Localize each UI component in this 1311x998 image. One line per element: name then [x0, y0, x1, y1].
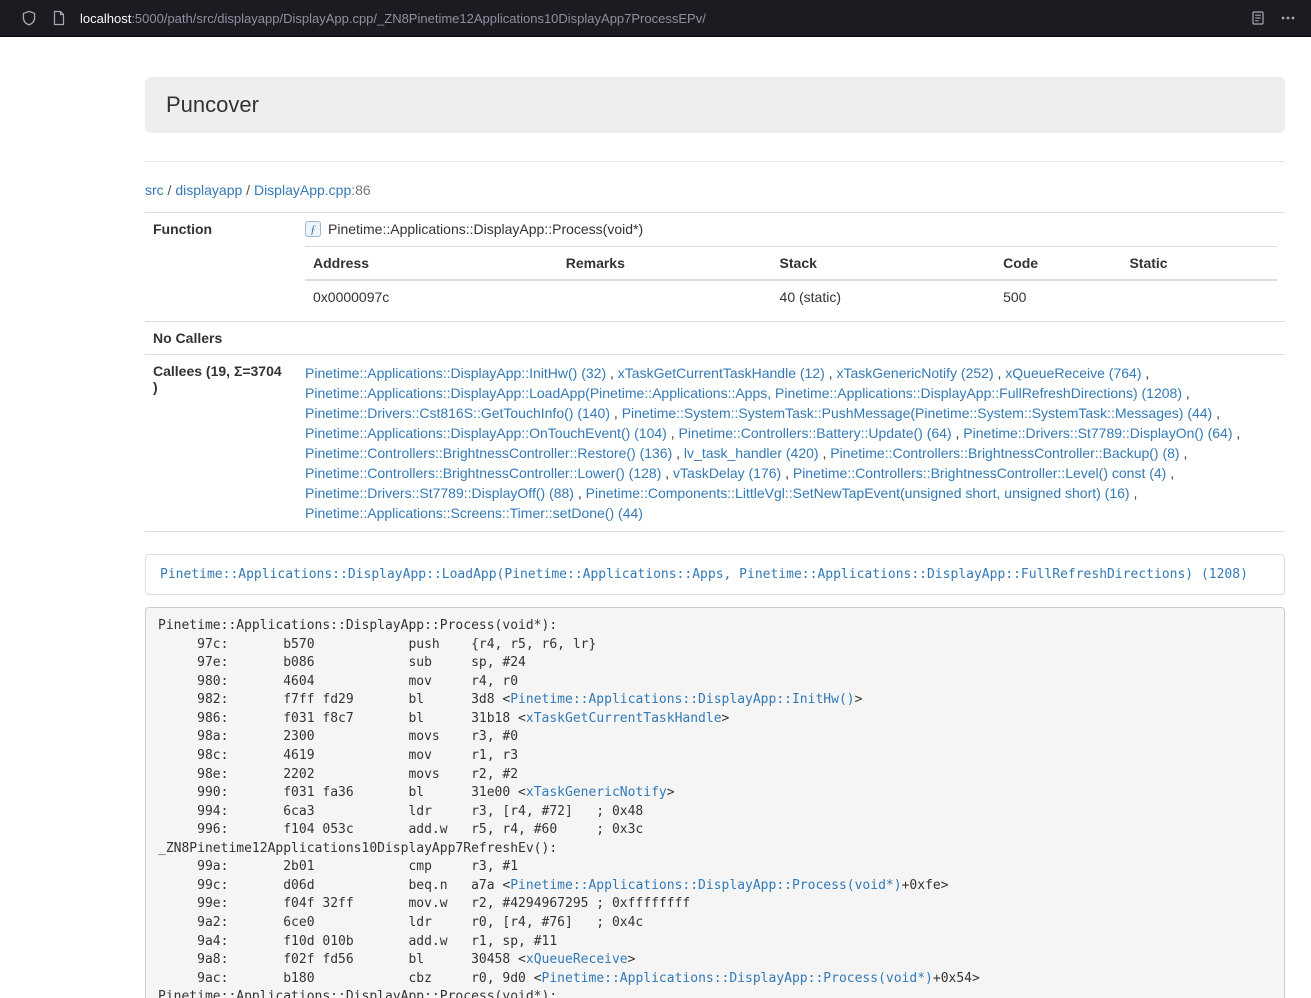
callee-link[interactable]: Pinetime::Controllers::BrightnessControl…	[793, 465, 1166, 481]
function-detail-table: AddressRemarksStackCodeStatic 0x0000097c…	[305, 246, 1277, 313]
function-name: Pinetime::Applications::DisplayApp::Proc…	[328, 221, 643, 237]
callee-link[interactable]: vTaskDelay (176)	[673, 465, 781, 481]
shield-icon[interactable]	[20, 9, 38, 27]
function-row: Function ƒ Pinetime::Applications::Displ…	[145, 213, 1285, 322]
callee-link[interactable]: Pinetime::Applications::DisplayApp::Init…	[305, 365, 606, 381]
column-header: Code	[995, 247, 1121, 281]
table-cell: 0x0000097c	[305, 280, 558, 313]
disassembly-symbol-link[interactable]: xTaskGenericNotify	[526, 785, 667, 800]
browser-toolbar: localhost:5000/path/src/displayapp/Displ…	[0, 0, 1311, 37]
column-header: Stack	[772, 247, 996, 281]
disassembly-block: Pinetime::Applications::DisplayApp::Proc…	[145, 607, 1285, 998]
detail-header-row: AddressRemarksStackCodeStatic	[305, 247, 1277, 281]
callees-row: Callees (19, Σ=3704 ) Pinetime::Applicat…	[145, 355, 1285, 532]
callees-label: Callees (19, Σ=3704 )	[145, 355, 297, 532]
url-bar[interactable]: localhost:5000/path/src/displayapp/Displ…	[80, 11, 1237, 26]
overflow-menu-icon[interactable]	[1279, 9, 1297, 27]
app-header: Puncover	[145, 77, 1285, 133]
callee-link[interactable]: Pinetime::Drivers::St7789::DisplayOff() …	[305, 485, 574, 501]
disassembly-symbol-link[interactable]: xTaskGetCurrentTaskHandle	[526, 711, 722, 726]
breadcrumb-link[interactable]: DisplayApp.cpp	[254, 182, 351, 198]
reader-mode-icon[interactable]	[1249, 9, 1267, 27]
callee-link[interactable]: Pinetime::Applications::DisplayApp::Load…	[305, 385, 1182, 401]
page-title: Puncover	[166, 92, 1264, 118]
callee-link[interactable]: xTaskGetCurrentTaskHandle (12)	[618, 365, 825, 381]
function-row-value: ƒ Pinetime::Applications::DisplayApp::Pr…	[297, 213, 1285, 322]
callee-link[interactable]: Pinetime::Components::LittleVgl::SetNewT…	[586, 485, 1130, 501]
disassembly-symbol-link[interactable]: Pinetime::Applications::DisplayApp::Init…	[510, 692, 854, 707]
callee-link[interactable]: Pinetime::Controllers::BrightnessControl…	[305, 445, 672, 461]
table-cell: 500	[995, 280, 1121, 313]
breadcrumb-separator: /	[164, 182, 176, 198]
function-icon: ƒ	[305, 221, 321, 237]
callee-link[interactable]: Pinetime::Controllers::Battery::Update()…	[679, 425, 952, 441]
url-host: localhost	[80, 11, 131, 26]
table-cell: 40 (static)	[772, 280, 996, 313]
callee-link[interactable]: Pinetime::Drivers::Cst816S::GetTouchInfo…	[305, 405, 610, 421]
no-callers-row: No Callers	[145, 322, 1285, 355]
callee-link[interactable]: xTaskGenericNotify (252)	[836, 365, 993, 381]
url-path: :5000/path/src/displayapp/DisplayApp.cpp…	[131, 11, 706, 26]
breadcrumb-separator: /	[242, 182, 254, 198]
callee-link[interactable]: Pinetime::Applications::Screens::Timer::…	[305, 505, 643, 521]
breadcrumb-link[interactable]: src	[145, 182, 164, 198]
callee-link[interactable]: Pinetime::Applications::DisplayApp::OnTo…	[305, 425, 667, 441]
callee-link[interactable]: Pinetime::Controllers::BrightnessControl…	[830, 445, 1179, 461]
function-row-label: Function	[145, 213, 297, 322]
breadcrumb-link[interactable]: displayapp	[175, 182, 242, 198]
column-header: Remarks	[558, 247, 772, 281]
divider	[145, 161, 1285, 162]
callee-link[interactable]: lv_task_handler (420)	[684, 445, 819, 461]
function-name-line: ƒ Pinetime::Applications::DisplayApp::Pr…	[305, 221, 1277, 237]
selected-callee-panel: Pinetime::Applications::DisplayApp::Load…	[145, 554, 1285, 595]
table-cell	[1121, 280, 1277, 313]
callee-link[interactable]: Pinetime::Drivers::St7789::DisplayOn() (…	[963, 425, 1232, 441]
no-callers-label: No Callers	[145, 322, 297, 355]
disassembly-symbol-link[interactable]: Pinetime::Applications::DisplayApp::Proc…	[542, 971, 933, 986]
page-content: Puncover src / displayapp / DisplayApp.c…	[145, 77, 1285, 998]
column-header: Address	[305, 247, 558, 281]
function-table: Function ƒ Pinetime::Applications::Displ…	[145, 212, 1285, 532]
callee-link[interactable]: xQueueReceive (764)	[1005, 365, 1141, 381]
disassembly-symbol-link[interactable]: Pinetime::Applications::DisplayApp::Proc…	[510, 878, 901, 893]
callees-list: Pinetime::Applications::DisplayApp::Init…	[297, 355, 1285, 532]
table-cell	[558, 280, 772, 313]
url-text: localhost:5000/path/src/displayapp/Displ…	[80, 11, 706, 26]
page-info-icon[interactable]	[50, 9, 68, 27]
selected-callee-link[interactable]: Pinetime::Applications::DisplayApp::Load…	[160, 567, 1248, 582]
breadcrumb-line-number: :86	[351, 182, 370, 198]
breadcrumb: src / displayapp / DisplayApp.cpp:86	[145, 182, 1285, 198]
no-callers-value	[297, 322, 1285, 355]
disassembly-symbol-link[interactable]: xQueueReceive	[526, 952, 628, 967]
detail-value-row: 0x0000097c 40 (static)500	[305, 280, 1277, 313]
column-header: Static	[1121, 247, 1277, 281]
callee-link[interactable]: Pinetime::Controllers::BrightnessControl…	[305, 465, 661, 481]
callee-link[interactable]: Pinetime::System::SystemTask::PushMessag…	[622, 405, 1213, 421]
